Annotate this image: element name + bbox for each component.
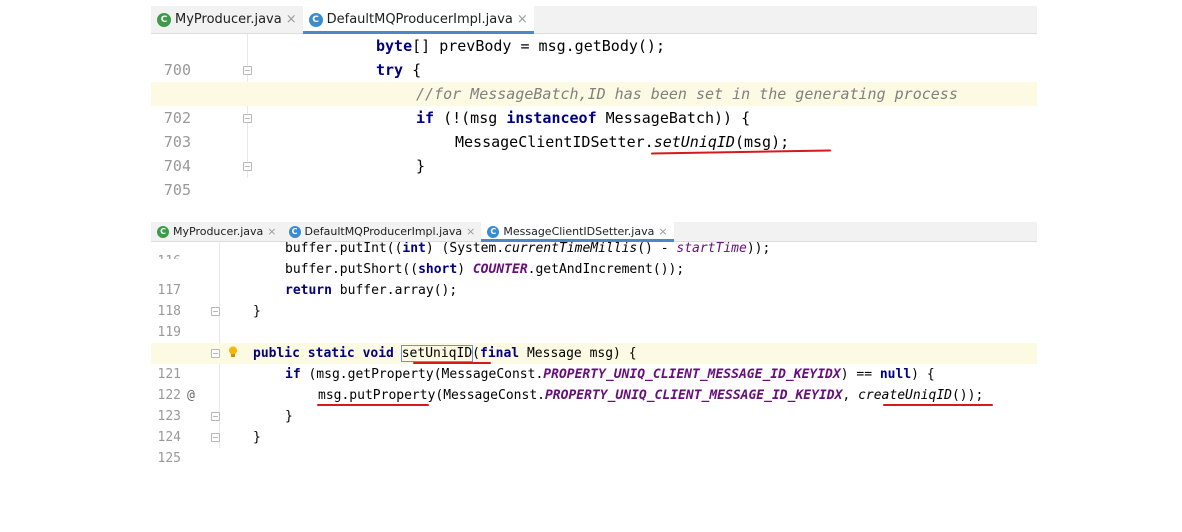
fold-icon[interactable] <box>243 66 252 75</box>
code-text: } <box>285 409 293 424</box>
close-icon[interactable]: × <box>267 225 276 238</box>
class-icon: C <box>157 12 171 27</box>
editor-tab-bar: C MyProducer.java × C DefaultMQProducerI… <box>151 6 1037 34</box>
code-line[interactable]: 120 <box>151 322 1037 361</box>
close-icon[interactable]: × <box>658 225 667 238</box>
code-line[interactable]: 700 byte[] prevBody = msg.getBody(); <box>151 34 1037 79</box>
code-text: return buffer.array(); <box>285 283 458 298</box>
class-icon: C <box>288 225 301 238</box>
fold-icon[interactable] <box>211 349 220 358</box>
code-text: buffer.putInt((int) (System.currentTimeM… <box>285 242 771 256</box>
code-line-current[interactable]: 702 //for MessageBatch,ID has been set i… <box>151 82 1037 127</box>
code-text: byte[] prevBody = msg.getBody(); <box>376 37 665 55</box>
code-text: try { <box>376 61 422 79</box>
close-icon[interactable]: × <box>286 12 297 27</box>
tab-defaultmqproducerimpl[interactable]: C DefaultMQProducerImpl.java × <box>283 222 482 241</box>
code-line[interactable]: 704 MessageClientIDSetter.setUniqID(msg)… <box>151 130 1037 175</box>
tab-label: DefaultMQProducerImpl.java <box>326 12 513 27</box>
tab-defaultmqproducerimpl[interactable]: C DefaultMQProducerImpl.java × <box>302 6 535 34</box>
code-line[interactable]: 122 if (msg.getProperty(MessageConst.PRO… <box>151 364 1037 403</box>
fold-icon[interactable] <box>211 412 220 421</box>
code-text: msg.putProperty(MessageConst.PROPERTY_UN… <box>318 388 984 403</box>
fold-icon[interactable] <box>243 162 252 171</box>
class-icon: C <box>487 225 500 238</box>
editor-pane-bottom: C MyProducer.java × C DefaultMQProducerI… <box>151 222 1037 466</box>
class-icon: C <box>308 12 323 27</box>
code-editor[interactable]: 116 buffer.putInt((int) (System.currentT… <box>151 242 1037 466</box>
code-line[interactable]: 701 try { <box>151 58 1037 103</box>
code-line-current[interactable]: 121 @ public static void setUniqID(final… <box>151 343 1037 403</box>
code-text: } <box>253 430 261 445</box>
tab-label: MyProducer.java <box>175 12 282 27</box>
code-text: buffer.putShort((short) COUNTER.getAndIn… <box>285 262 685 277</box>
code-text: if (msg.getProperty(MessageConst.PROPERT… <box>285 367 935 382</box>
code-text: if (!(msg instanceof MessageBatch)) { <box>416 109 751 127</box>
tab-myproducer[interactable]: C MyProducer.java × <box>151 222 283 241</box>
code-text: } <box>416 157 426 175</box>
code-line[interactable]: 124 } <box>151 406 1037 445</box>
close-icon[interactable]: × <box>466 225 475 238</box>
tab-label: DefaultMQProducerImpl.java <box>304 225 463 238</box>
code-line[interactable]: 125 } <box>151 427 1037 466</box>
tab-label: MyProducer.java <box>173 225 264 238</box>
editor-pane-top: C MyProducer.java × C DefaultMQProducerI… <box>151 6 1037 206</box>
lightbulb-icon[interactable] <box>228 346 238 358</box>
code-line[interactable]: 119 } <box>151 301 1037 340</box>
close-icon[interactable]: × <box>517 12 528 27</box>
fold-icon[interactable] <box>211 307 220 316</box>
tab-myproducer[interactable]: C MyProducer.java × <box>151 6 303 33</box>
code-editor[interactable]: 700 byte[] prevBody = msg.getBody(); 701… <box>151 34 1037 199</box>
tab-label: MessageClientIDSetter.java <box>503 225 655 238</box>
code-text: } <box>253 304 261 319</box>
code-line[interactable]: 117 buffer.putShort((short) COUNTER.getA… <box>151 259 1037 298</box>
code-line[interactable]: 705 } <box>151 154 1037 199</box>
tab-messageclientidsetter[interactable]: C MessageClientIDSetter.java × <box>481 222 674 242</box>
fold-icon[interactable] <box>243 114 252 123</box>
line-number: 125 <box>157 451 181 466</box>
code-line[interactable]: 118 return buffer.array(); <box>151 280 1037 319</box>
editor-tab-bar: C MyProducer.java × C DefaultMQProducerI… <box>151 222 1037 242</box>
code-line[interactable]: 123 msg.putProperty(MessageConst.PROPERT… <box>151 385 1037 424</box>
code-comment: //for MessageBatch,ID has been set in th… <box>416 85 958 103</box>
code-text: public static void setUniqID(final Messa… <box>253 345 637 362</box>
code-line[interactable]: 703 if (!(msg instanceof MessageBatch)) … <box>151 106 1037 151</box>
line-number: 705 <box>163 181 191 199</box>
class-icon: C <box>157 225 169 238</box>
fold-icon[interactable] <box>211 433 220 442</box>
code-line[interactable]: 116 buffer.putInt((int) (System.currentT… <box>151 242 1037 259</box>
